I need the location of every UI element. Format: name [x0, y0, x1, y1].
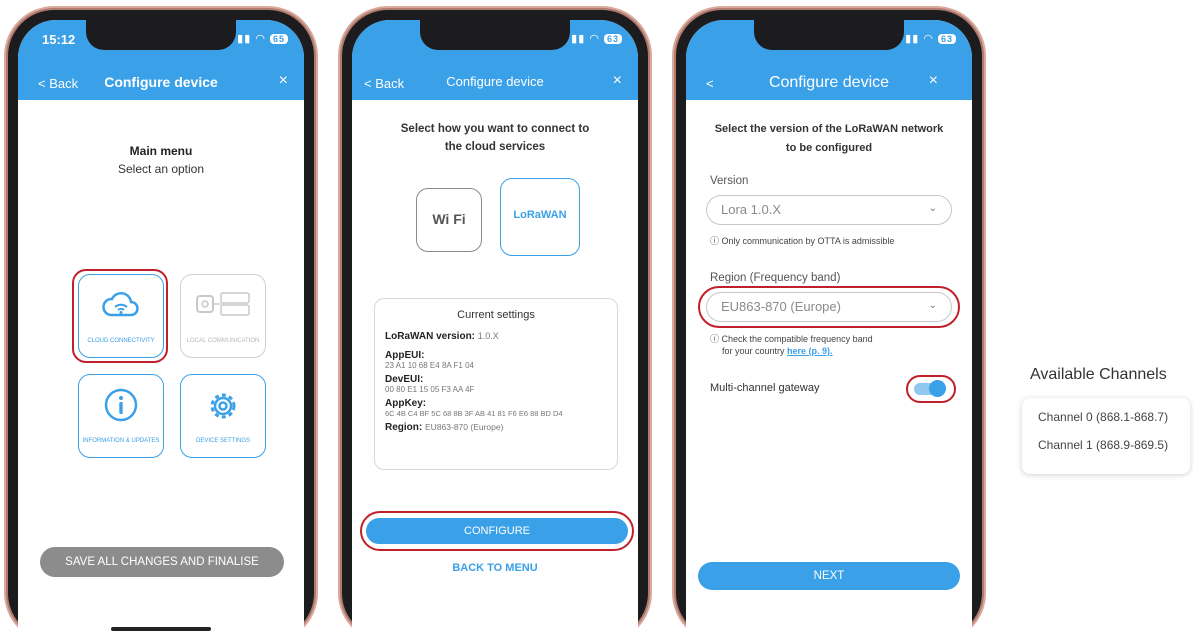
battery-icon: 65 — [269, 34, 288, 44]
wifi-icon: ◠ — [589, 33, 604, 45]
screen-lorawan-version: ▮▮ ◠ 63 < Configure device × Select the … — [686, 20, 972, 639]
deveui-label: DevEUI: — [385, 374, 424, 385]
version-note: ⓘ Only communication by OTTA is admissib… — [710, 234, 894, 247]
channel-item: Channel 0 (868.1-868.7) — [1038, 410, 1169, 424]
current-settings-card: Current settings LoRaWAN version: 1.0.X … — [374, 298, 618, 470]
region-note-text2: for your country — [722, 346, 785, 356]
main-menu-heading: Main menu — [129, 144, 193, 158]
appeui-label: AppEUI: — [385, 350, 425, 361]
signal-icon: ▮▮ — [571, 33, 590, 45]
appkey-label: AppKey: — [385, 398, 427, 409]
highlight-ring — [72, 269, 168, 363]
lorawan-option[interactable]: LoRaWAN — [500, 178, 580, 256]
signal-icon: ▮▮ — [905, 33, 924, 45]
close-icon[interactable]: × — [279, 72, 288, 90]
notch — [86, 20, 236, 50]
version-label: Version — [710, 175, 749, 187]
page-title: Configure device — [446, 74, 544, 89]
region-value: EU863-870 (Europe) — [425, 422, 504, 432]
phone-main-menu: 15:12 ▮▮ ◠ 65 < Back Configure device × … — [8, 10, 314, 639]
wifi-option[interactable]: Wi Fi — [416, 188, 482, 252]
wifi-icon: ◠ — [923, 33, 938, 45]
wifi-icon: ◠ — [255, 33, 270, 45]
battery-icon: 63 — [603, 34, 622, 44]
region-link[interactable]: here (p. 9). — [787, 346, 833, 356]
header-bar: 15:12 ▮▮ ◠ 65 < Back Configure device × — [18, 20, 304, 100]
local-tile-label: LOCAL COMMUNICATION — [186, 338, 260, 344]
multichannel-label: Multi-channel gateway — [710, 382, 820, 394]
server-icon — [196, 292, 250, 316]
connect-heading: Select how you want to connect to the cl… — [400, 123, 590, 153]
select-option-text: Select an option — [117, 162, 205, 176]
region-label: Region (Frequency band) — [710, 272, 841, 284]
status-time: 15:12 — [42, 32, 76, 47]
region-label: Region: — [385, 422, 423, 433]
home-indicator — [111, 627, 211, 631]
version-heading: Select the version of the LoRaWAN networ… — [714, 123, 944, 154]
page-title: Configure device — [104, 74, 218, 90]
highlight-ring — [698, 286, 960, 328]
version-value: Lora 1.0.X — [721, 202, 781, 217]
information-updates-tile[interactable]: INFORMATION & UPDATES — [78, 374, 164, 458]
settings-title: Current settings — [457, 309, 535, 321]
close-icon[interactable]: × — [929, 72, 938, 90]
info-icon — [104, 388, 138, 422]
highlight-ring — [360, 511, 634, 551]
highlight-ring — [906, 375, 956, 403]
channel-item: Channel 1 (868.9-869.5) — [1038, 438, 1169, 452]
channels-card: Channel 0 (868.1-868.7) Channel 1 (868.9… — [1022, 398, 1190, 474]
signal-icon: ▮▮ — [237, 33, 256, 45]
version-select[interactable]: Lora 1.0.X ⌄ — [706, 195, 952, 225]
save-all-button[interactable]: SAVE ALL CHANGES AND FINALISE — [40, 547, 284, 577]
gear-icon — [210, 393, 236, 419]
chevron-down-icon: ⌄ — [928, 203, 937, 214]
region-note-text: Check the compatible frequency band — [721, 334, 873, 344]
info-circle-icon: ⓘ — [710, 236, 722, 246]
notch — [420, 20, 570, 50]
wifi-logo: Wi Fi — [432, 211, 466, 227]
lorawan-version-value: 1.0.X — [477, 331, 499, 341]
version-note-text: Only communication by OTTA is admissible — [721, 236, 895, 246]
appeui-value: 23 A1 10 68 E4 8A F1 04 — [385, 361, 474, 370]
battery-icon: 63 — [937, 34, 956, 44]
header-bar: ▮▮ ◠ 63 < Back Configure device × — [352, 20, 638, 100]
lorawan-logo: LoRaWAN — [513, 209, 567, 221]
phone-lorawan-version: ▮▮ ◠ 63 < Configure device × Select the … — [676, 10, 982, 639]
screen-connect-method: ▮▮ ◠ 63 < Back Configure device × Select… — [352, 20, 638, 639]
back-to-menu-link[interactable]: BACK TO MENU — [352, 562, 638, 574]
deveui-value: 00 80 E1 15 05 F3 AA 4F — [385, 385, 475, 394]
available-channels-title: Available Channels — [1030, 366, 1167, 383]
status-icons: ▮▮ ◠ 63 — [571, 32, 622, 45]
screen-main-menu: 15:12 ▮▮ ◠ 65 < Back Configure device × … — [18, 20, 304, 639]
info-tile-label: INFORMATION & UPDATES — [82, 438, 160, 444]
info-circle-icon: ⓘ — [710, 334, 722, 344]
status-icons: ▮▮ ◠ 65 — [237, 32, 288, 45]
appkey-value: 6C 4B C4 BF 5C 68 8B 3F AB 41 81 F6 E6 8… — [385, 409, 563, 418]
close-icon[interactable]: × — [613, 72, 622, 90]
notch — [754, 20, 904, 50]
region-note: ⓘ Check the compatible frequency band fo… — [710, 333, 873, 357]
local-communication-tile[interactable]: LOCAL COMMUNICATION — [180, 274, 266, 358]
device-settings-tile[interactable]: DEVICE SETTINGS — [180, 374, 266, 458]
phone-connect-method: ▮▮ ◠ 63 < Back Configure device × Select… — [342, 10, 648, 639]
settings-tile-label: DEVICE SETTINGS — [195, 438, 250, 444]
lorawan-version-label: LoRaWAN version: — [385, 331, 476, 342]
status-icons: ▮▮ ◠ 63 — [905, 32, 956, 45]
next-button[interactable]: NEXT — [698, 562, 960, 590]
header-bar: ▮▮ ◠ 63 < Configure device × — [686, 20, 972, 100]
